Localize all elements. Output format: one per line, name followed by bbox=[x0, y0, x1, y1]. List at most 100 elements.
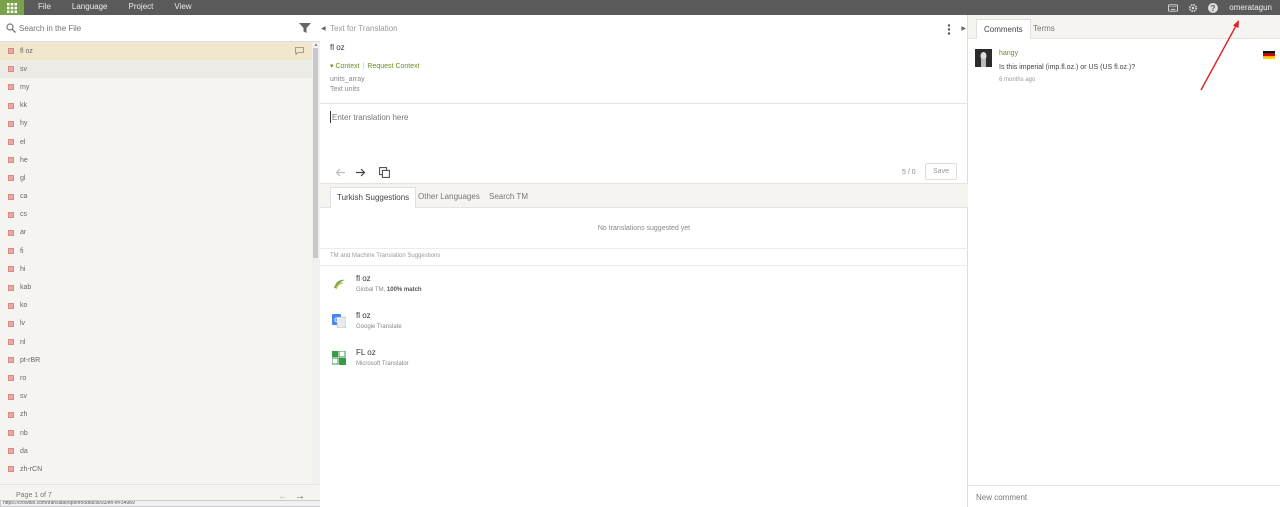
comment-time: 6 months ago bbox=[999, 77, 1036, 83]
string-text: sv bbox=[20, 65, 27, 73]
string-text: ca bbox=[20, 193, 28, 201]
editor-panel: ◀ ▶ Text for Translation fl oz ▾ Context… bbox=[320, 15, 968, 507]
match-percent: 100% match bbox=[386, 287, 422, 293]
collapse-left-icon[interactable]: ◀ bbox=[321, 25, 326, 32]
previous-string-icon[interactable] bbox=[334, 166, 346, 178]
string-list-item[interactable]: ro bbox=[0, 369, 312, 387]
string-text: zh-rCN bbox=[20, 465, 43, 473]
tab-search-tm[interactable]: Search TM bbox=[483, 187, 534, 208]
more-options-icon[interactable] bbox=[947, 24, 951, 35]
string-list-item[interactable]: ar bbox=[0, 224, 312, 242]
copy-source-icon[interactable] bbox=[378, 166, 390, 178]
untranslated-status-icon bbox=[8, 66, 14, 73]
string-list-item[interactable]: hi bbox=[0, 260, 312, 278]
string-list-item[interactable]: lv bbox=[0, 315, 312, 333]
save-button[interactable]: Save bbox=[925, 163, 957, 180]
menu-project[interactable]: Project bbox=[121, 0, 160, 15]
string-text: nb bbox=[20, 429, 28, 437]
tab-other-languages[interactable]: Other Languages bbox=[412, 187, 486, 208]
string-text: lv bbox=[20, 320, 26, 328]
search-input[interactable] bbox=[19, 21, 279, 36]
context-label: Context bbox=[335, 63, 360, 70]
tm-suggestions-header: TM and Machine Translation Suggestions bbox=[330, 253, 441, 259]
avatar[interactable] bbox=[975, 49, 992, 67]
string-list-item[interactable]: fl oz bbox=[0, 42, 312, 61]
string-list-item[interactable]: da bbox=[0, 442, 312, 460]
gear-icon[interactable] bbox=[1188, 3, 1198, 13]
comment-bubble-icon[interactable] bbox=[295, 47, 304, 55]
string-list-item[interactable]: ko bbox=[0, 297, 312, 315]
new-comment-box bbox=[968, 485, 1280, 507]
string-list-item[interactable]: pt-rBR bbox=[0, 351, 312, 369]
tab-turkish-suggestions[interactable]: Turkish Suggestions bbox=[330, 187, 417, 208]
filter-icon[interactable] bbox=[298, 22, 312, 34]
string-list-item[interactable]: nb bbox=[0, 424, 312, 442]
request-context-link[interactable]: Request Context bbox=[367, 63, 419, 70]
new-comment-input[interactable] bbox=[976, 491, 1266, 503]
menu-language[interactable]: Language bbox=[65, 0, 115, 15]
string-text: my bbox=[20, 83, 30, 91]
apps-grid-button[interactable] bbox=[0, 0, 24, 15]
string-list-item[interactable]: sv bbox=[0, 60, 312, 79]
string-text: hi bbox=[20, 265, 26, 273]
svg-text:G: G bbox=[334, 318, 339, 324]
untranslated-status-icon bbox=[8, 175, 14, 182]
context-toggle[interactable]: ▾ Context bbox=[330, 63, 360, 70]
top-right-tools: ? omeratagun bbox=[1168, 0, 1272, 15]
context-key: units_array bbox=[330, 76, 365, 83]
suggestion-item-microsoft[interactable]: FL oz Microsoft Translator bbox=[332, 347, 832, 377]
string-list-item[interactable]: kk bbox=[0, 97, 312, 115]
help-icon[interactable]: ? bbox=[1208, 2, 1219, 13]
string-list-item[interactable]: nl bbox=[0, 333, 312, 351]
string-text: ar bbox=[20, 229, 27, 237]
string-search-bar bbox=[0, 15, 320, 42]
untranslated-status-icon bbox=[8, 411, 14, 418]
string-list-item[interactable]: ca bbox=[0, 188, 312, 206]
string-list-item[interactable]: zh bbox=[0, 406, 312, 424]
next-string-icon[interactable] bbox=[354, 166, 366, 178]
menu-file[interactable]: File bbox=[31, 0, 58, 15]
string-text: el bbox=[20, 138, 26, 146]
menu-view[interactable]: View bbox=[167, 0, 198, 15]
string-list-item[interactable]: kab bbox=[0, 278, 312, 296]
string-list-item[interactable]: gl bbox=[0, 169, 312, 187]
string-list-item[interactable]: hy bbox=[0, 115, 312, 133]
string-list-item[interactable]: el bbox=[0, 133, 312, 151]
german-flag-icon bbox=[1263, 51, 1275, 59]
divider bbox=[320, 265, 968, 266]
string-text: kab bbox=[20, 284, 32, 292]
string-list-item[interactable]: sv bbox=[0, 388, 312, 406]
untranslated-status-icon bbox=[8, 302, 14, 309]
string-list-item[interactable]: zh-rCN bbox=[0, 460, 312, 478]
string-text: pt-rBR bbox=[20, 356, 41, 364]
microsoft-translator-icon bbox=[332, 351, 346, 365]
untranslated-status-icon bbox=[8, 339, 14, 346]
string-list-item[interactable]: cs bbox=[0, 206, 312, 224]
string-list-scrollbar[interactable]: ▲ ▼ bbox=[312, 42, 320, 497]
string-list-item[interactable]: fi bbox=[0, 242, 312, 260]
tab-terms[interactable]: Terms bbox=[1026, 19, 1062, 39]
google-translate-icon: G bbox=[332, 314, 346, 328]
comments-panel: Comments Terms hangy Is this imperial (i… bbox=[968, 15, 1280, 507]
suggestion-item-global-tm[interactable]: fl oz Global TM, 100% match bbox=[332, 273, 832, 303]
suggestion-item-google[interactable]: G fl oz Google Translate bbox=[332, 310, 832, 340]
untranslated-status-icon bbox=[8, 193, 14, 200]
keyboard-icon[interactable] bbox=[1168, 3, 1179, 13]
search-icon bbox=[6, 23, 16, 33]
global-tm-icon bbox=[334, 279, 345, 290]
translation-input[interactable] bbox=[330, 111, 950, 123]
untranslated-status-icon bbox=[8, 320, 14, 327]
string-text: sv bbox=[20, 393, 27, 401]
comment-author[interactable]: hangy bbox=[999, 50, 1018, 57]
scroll-thumb[interactable] bbox=[313, 48, 318, 258]
top-bar: File Language Project View ? omeratagun bbox=[0, 0, 1280, 15]
string-text: da bbox=[20, 447, 28, 455]
tab-comments[interactable]: Comments bbox=[976, 19, 1031, 39]
suggestion-source: Microsoft Translator bbox=[356, 361, 409, 367]
collapse-right-icon[interactable]: ▶ bbox=[961, 25, 966, 32]
string-text: gl bbox=[20, 174, 26, 182]
user-menu[interactable]: omeratagun bbox=[1229, 3, 1272, 12]
main-menu: File Language Project View bbox=[24, 0, 199, 15]
string-list-item[interactable]: he bbox=[0, 151, 312, 169]
string-list-item[interactable]: my bbox=[0, 78, 312, 96]
